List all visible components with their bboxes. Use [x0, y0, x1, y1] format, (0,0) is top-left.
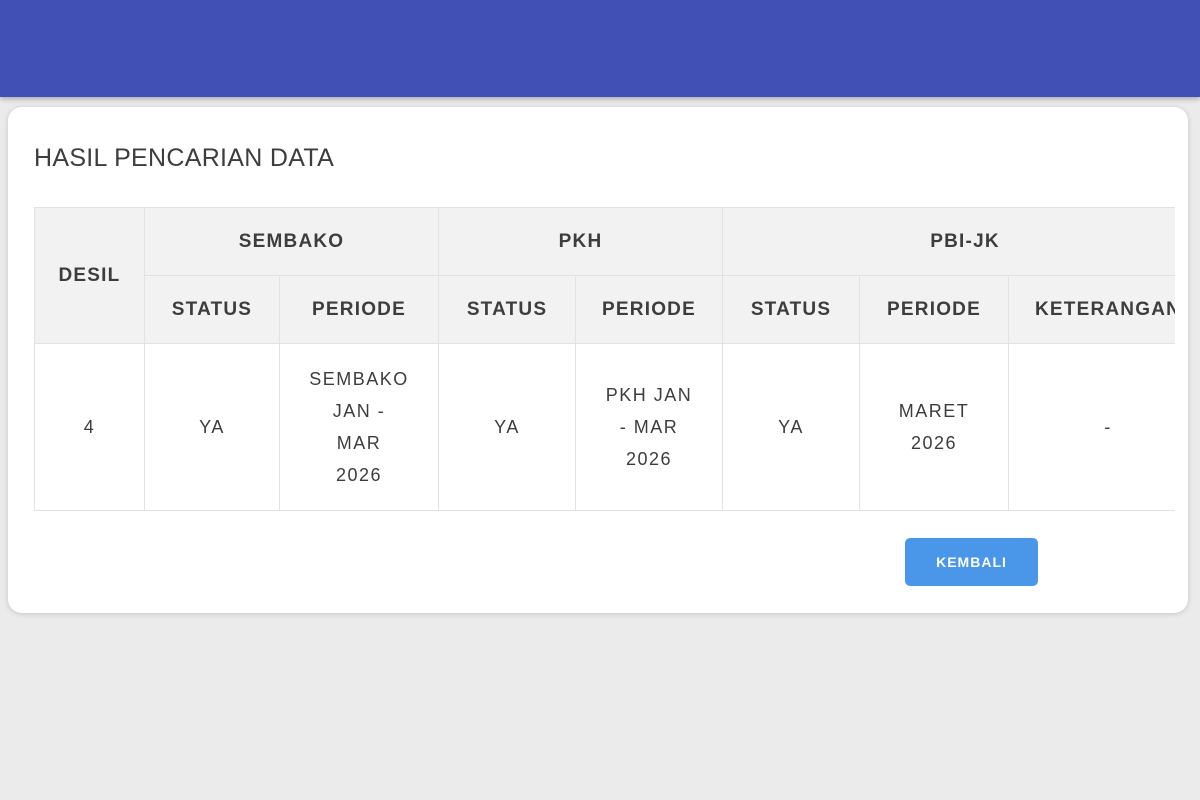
cell-sembako-periode: SEMBAKO JAN - MAR 2026 — [280, 344, 439, 511]
kembali-button[interactable]: KEMBALI — [905, 538, 1038, 586]
group-header-pbi-jk: PBI-JK — [723, 208, 1175, 276]
results-table: DESIL SEMBAKO PKH PBI-JK STATUS PERIODE … — [34, 207, 1175, 511]
col-header-pkh-periode: PERIODE — [576, 276, 723, 344]
cell-pkh-periode: PKH JAN - MAR 2026 — [576, 344, 723, 511]
cell-pkh-status: YA — [439, 344, 576, 511]
table-group-header-row: DESIL SEMBAKO PKH PBI-JK — [35, 208, 1176, 276]
col-header-pbi-jk-keterangan: KETERANGAN — [1009, 276, 1175, 344]
col-header-pkh-status: STATUS — [439, 276, 576, 344]
table-scroll-container[interactable]: DESIL SEMBAKO PKH PBI-JK STATUS PERIODE … — [34, 207, 1175, 511]
cell-pbi-jk-periode: MARET 2026 — [860, 344, 1009, 511]
col-header-pbi-jk-periode: PERIODE — [860, 276, 1009, 344]
col-header-sembako-periode: PERIODE — [280, 276, 439, 344]
results-card: HASIL PENCARIAN DATA DESIL SEMBAKO PKH P… — [8, 107, 1188, 613]
table-row: 4 YA SEMBAKO JAN - MAR 2026 YA PKH JAN -… — [35, 344, 1176, 511]
col-header-desil: DESIL — [35, 208, 145, 344]
cell-pbi-jk-status: YA — [723, 344, 860, 511]
col-header-pbi-jk-status: STATUS — [723, 276, 860, 344]
cell-desil: 4 — [35, 344, 145, 511]
group-header-pkh: PKH — [439, 208, 723, 276]
cell-pbi-jk-keterangan: - — [1009, 344, 1175, 511]
col-header-sembako-status: STATUS — [145, 276, 280, 344]
group-header-sembako: SEMBAKO — [145, 208, 439, 276]
card-actions: KEMBALI — [34, 538, 1175, 586]
app-header-bar — [0, 0, 1200, 97]
table-sub-header-row: STATUS PERIODE STATUS PERIODE STATUS PER… — [35, 276, 1176, 344]
page-title: HASIL PENCARIAN DATA — [34, 143, 334, 173]
cell-sembako-status: YA — [145, 344, 280, 511]
